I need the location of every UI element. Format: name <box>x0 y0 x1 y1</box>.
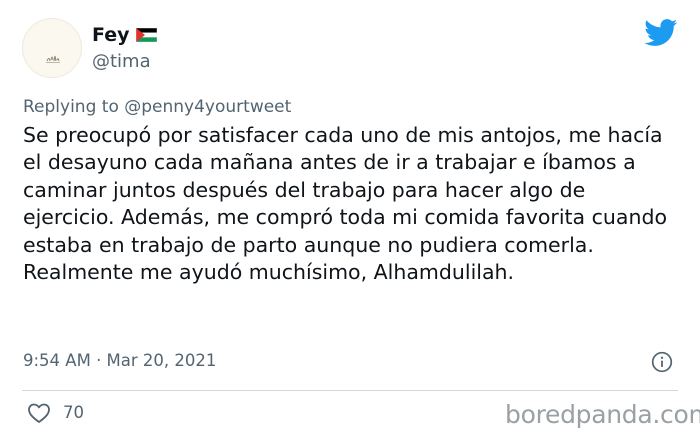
user-handle[interactable]: @tima <box>92 51 151 73</box>
twitter-bird-icon[interactable] <box>644 19 678 47</box>
avatar-image <box>46 55 60 63</box>
like-count: 70 <box>63 403 84 422</box>
tweet-text: Se preocupó por satisfacer cada uno de m… <box>23 123 667 285</box>
tweet-timestamp[interactable]: 9:54 AM · Mar 20, 2021 <box>23 350 216 372</box>
info-icon[interactable] <box>651 351 673 373</box>
divider <box>22 390 678 391</box>
avatar[interactable] <box>22 18 82 78</box>
reply-prefix: Replying to <box>23 97 119 117</box>
watermark-logo: boredpanda.com <box>505 400 700 429</box>
display-name[interactable]: Fey <box>92 24 129 46</box>
reply-context: Replying to @penny4yourtweet <box>23 96 291 118</box>
palestine-flag-icon <box>136 28 157 42</box>
heart-icon[interactable] <box>27 402 51 424</box>
reply-mention-link[interactable]: @penny4yourtweet <box>124 97 291 117</box>
